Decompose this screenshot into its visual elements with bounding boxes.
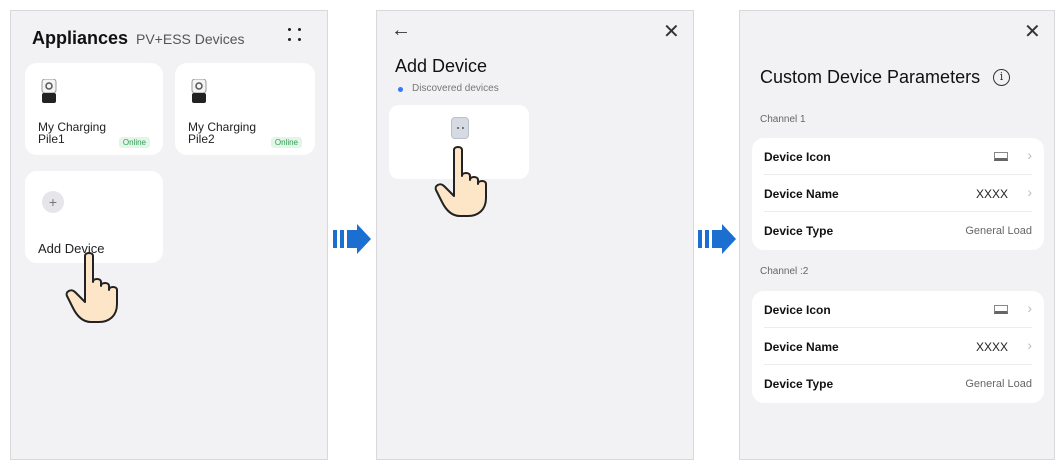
device-icon-preview [994,305,1008,314]
flow-arrow-icon [698,224,736,254]
row-label: Device Name [764,187,839,201]
close-icon[interactable]: ✕ [1024,19,1041,44]
charging-pile-icon [41,79,57,103]
chevron-right-icon: › [1027,337,1032,353]
more-icon[interactable] [285,25,305,45]
flow-arrow-icon [333,224,371,254]
device-icon-row[interactable]: Device Icon › [764,291,1032,328]
close-icon[interactable]: ✕ [663,19,680,44]
pointing-hand-icon [434,146,487,217]
device-name: My Charging Pile1 [38,120,107,146]
status-badge: Online [118,137,150,148]
bullet-dot [398,87,403,92]
row-label: Device Type [764,377,834,391]
row-label: Device Type [764,224,834,238]
custom-device-parameters-screen: ✕ Custom Device Parameters i Channel 1 D… [739,10,1055,460]
status-badge: Online [270,137,302,148]
add-device-button[interactable]: + Add Device [25,171,163,263]
channel-settings-group: Device Icon › Device Name XXXX › Device … [752,138,1044,250]
page-title: Appliances [32,28,129,48]
row-label: Device Name [764,340,839,354]
row-label: Device Icon [764,150,831,164]
charging-pile-icon [191,79,207,103]
channel-label: Channel :2 [760,266,809,277]
device-card[interactable]: My Charging Pile1 Online [25,63,163,155]
back-arrow-icon[interactable]: ← [391,19,411,42]
device-name-row[interactable]: Device Name XXXX › [764,328,1032,365]
device-card[interactable]: My Charging Pile2 Online [175,63,315,155]
row-value: General Load [965,225,1032,237]
section-label: Discovered devices [412,83,499,94]
device-icon-row[interactable]: Device Icon › [764,138,1032,175]
channel-label: Channel 1 [760,114,806,125]
row-value: XXXX [975,187,1008,201]
chevron-right-icon: › [1027,300,1032,316]
page-title: Custom Device Parameters [760,67,981,87]
row-value: General Load [965,378,1032,390]
pointing-hand-icon [65,252,118,323]
info-icon[interactable]: i [993,69,1010,86]
device-name-row[interactable]: Device Name XXXX › [764,175,1032,212]
smart-plug-icon [451,117,469,139]
device-name: My Charging Pile2 [188,120,257,146]
row-label: Device Icon [764,303,831,317]
chevron-right-icon: › [1027,147,1032,163]
device-icon-preview [994,152,1008,161]
plus-icon: + [42,191,64,213]
appliances-screen: Appliances PV+ESS Devices My Charging Pi… [10,10,328,460]
row-value: XXXX [975,340,1008,354]
add-device-screen: ← ✕ Add Device Discovered devices [376,10,694,460]
tab-pv-ess-devices[interactable]: PV+ESS Devices [136,31,245,47]
channel-settings-group: Device Icon › Device Name XXXX › Device … [752,291,1044,403]
page-title: Add Device [395,56,488,76]
chevron-right-icon: › [1027,184,1032,200]
device-type-row[interactable]: Device Type General Load [764,365,1032,402]
device-type-row[interactable]: Device Type General Load [764,212,1032,249]
